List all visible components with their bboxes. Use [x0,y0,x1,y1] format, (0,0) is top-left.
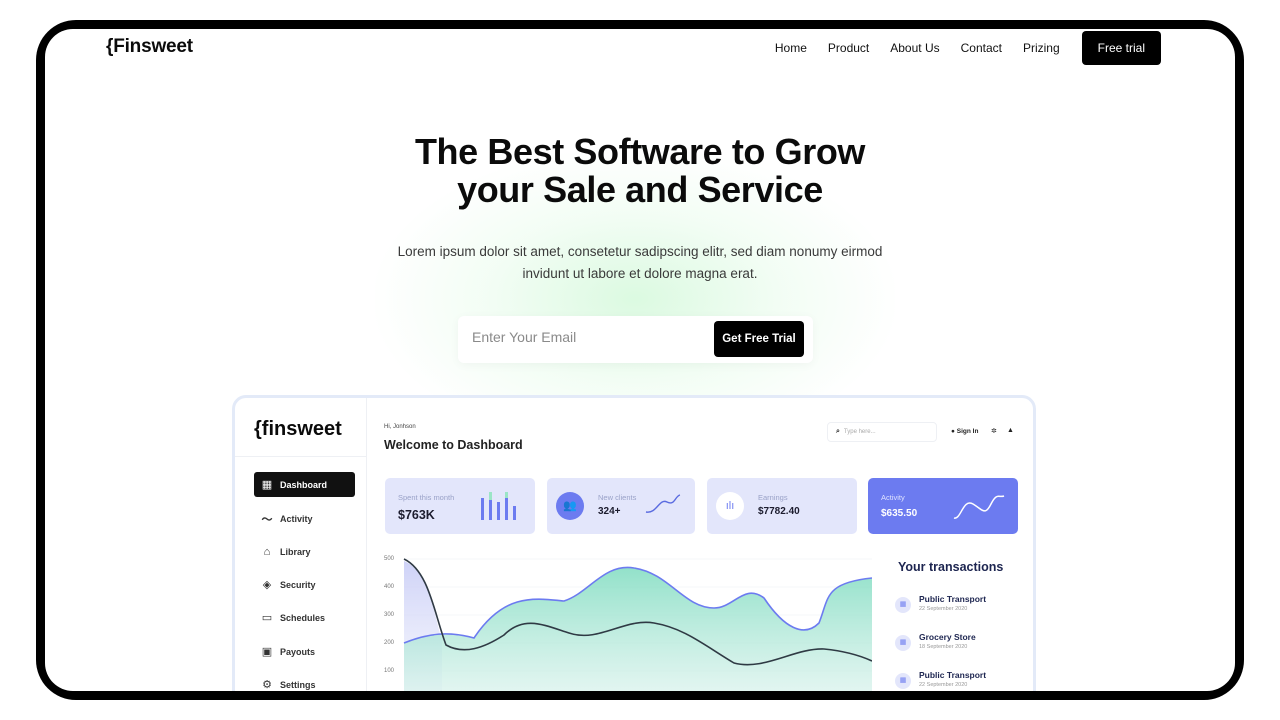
bell-icon[interactable]: ▲ [1007,427,1014,434]
top-nav: Home Product About Us Contact Prizing Fr… [775,31,1161,65]
sidebar-item-dashboard[interactable]: ▦ Dashboard [254,472,355,497]
nav-link-contact[interactable]: Contact [961,41,1002,55]
trend-line-icon [645,494,681,513]
hero-subtitle-line-2: invidunt ut labore et dolore magna erat. [522,266,758,281]
transaction-date: 18 September 2020 [919,644,968,650]
nav-link-home[interactable]: Home [775,41,807,55]
card-clients-value: 324+ [598,506,621,517]
transaction-row[interactable]: ▦ Public Transport 22 September 2020 [895,593,1025,619]
nav-link-about[interactable]: About Us [890,41,939,55]
payout-icon: ▣ [261,646,273,658]
hero-title-line-1: The Best Software to Grow [414,131,866,172]
sidebar-item-label: Security [280,579,316,590]
chart-bars-icon: ılı [716,492,744,520]
card-spent-value: $763K [398,508,435,522]
sidebar-divider [235,456,367,457]
transaction-date: 22 September 2020 [919,682,968,688]
card-activity: Activity $635.50 [868,478,1018,534]
brand-logo[interactable]: {Finsweet [106,36,193,58]
dashboard-area-chart [403,558,872,691]
hero-subtitle-line-1: Lorem ipsum dolor sit amet, consetetur s… [397,244,883,259]
sidebar-item-label: Schedules [280,612,326,623]
sign-in-link[interactable]: ● Sign In [951,428,978,435]
dashboard-logo: {finsweet [254,418,342,440]
sidebar-item-label: Activity [280,513,313,524]
transaction-icon: ▦ [895,673,911,689]
transaction-icon: ▦ [895,635,911,651]
search-icon: ⌕ [836,428,840,435]
nav-link-prizing[interactable]: Prizing [1023,41,1060,55]
hero-title: The Best Software to Grow your Sale and … [45,133,1235,209]
transaction-date: 22 September 2020 [919,606,968,612]
transaction-name: Grocery Store [919,632,976,642]
card-activity-label: Activity [881,493,905,502]
gear-icon: ⚙ [262,679,272,691]
nav-link-product[interactable]: Product [828,41,869,55]
dashboard-preview: {finsweet ▦ Dashboard 〜 Activity ⌂ Libra… [232,395,1036,691]
sidebar-item-activity[interactable]: 〜 Activity [254,506,355,531]
card-earnings-value: $7782.40 [758,506,800,517]
transaction-row[interactable]: ▦ Public Transport 22 September 2020 [895,669,1025,691]
activity-icon: 〜 [261,513,273,526]
settings-gear-icon[interactable]: ✲ [991,427,997,435]
free-trial-button[interactable]: Free trial [1081,31,1161,65]
email-input[interactable] [472,329,692,345]
sidebar-item-library[interactable]: ⌂ Library [254,539,355,564]
transaction-icon: ▦ [895,597,911,613]
transaction-name: Public Transport [919,594,987,604]
bar-sparkline-icon [481,492,516,520]
search-placeholder: Type here... [843,429,876,435]
shield-icon: ◈ [262,579,272,591]
sidebar-item-label: Library [280,546,311,557]
browser-screen: {Finsweet Home Product About Us Contact … [45,29,1235,691]
sidebar-item-payouts[interactable]: ▣ Payouts [254,639,355,664]
card-earnings-label: Earnings [758,493,788,502]
sidebar-item-label: Dashboard [280,479,328,490]
dashboard-greeting: Hi, Jonhson [384,424,416,430]
transaction-row[interactable]: ▦ Grocery Store 18 September 2020 [895,631,1025,657]
sidebar-item-label: Payouts [280,646,316,657]
hero-subtitle: Lorem ipsum dolor sit amet, consetetur s… [380,241,900,285]
calendar-icon: ▭ [261,612,273,624]
card-spent-label: Spent this month [398,493,455,502]
sidebar-item-settings[interactable]: ⚙ Settings [254,672,355,691]
dashboard-welcome-title: Welcome to Dashboard [384,438,523,452]
card-clients-label: New clients [598,493,637,502]
users-icon: 👥 [556,492,584,520]
card-earnings: ılı Earnings $7782.40 [707,478,857,534]
user-icon: ● [951,428,955,435]
grid-icon: ▦ [261,479,273,491]
sidebar-item-schedules[interactable]: ▭ Schedules [254,605,355,630]
card-new-clients: 👥 New clients 324+ [547,478,695,534]
card-activity-value: $635.50 [881,508,918,519]
card-spent: Spent this month $763K [385,478,535,534]
sidebar-item-label: Settings [280,679,316,690]
sign-in-label: Sign In [956,428,979,435]
sidebar-item-security[interactable]: ◈ Security [254,572,355,597]
transactions-title: Your transactions [898,560,1004,574]
hero-title-line-2: your Sale and Service [457,169,823,210]
get-free-trial-button[interactable]: Get Free Trial [714,321,804,357]
transaction-name: Public Transport [919,670,987,680]
dashboard-search[interactable]: ⌕ Type here... [827,422,937,442]
email-signup-form: Get Free Trial [458,316,813,363]
activity-wave-icon [953,495,1005,519]
library-icon: ⌂ [263,545,271,558]
dashboard-sidebar: {finsweet ▦ Dashboard 〜 Activity ⌂ Libra… [235,398,367,691]
